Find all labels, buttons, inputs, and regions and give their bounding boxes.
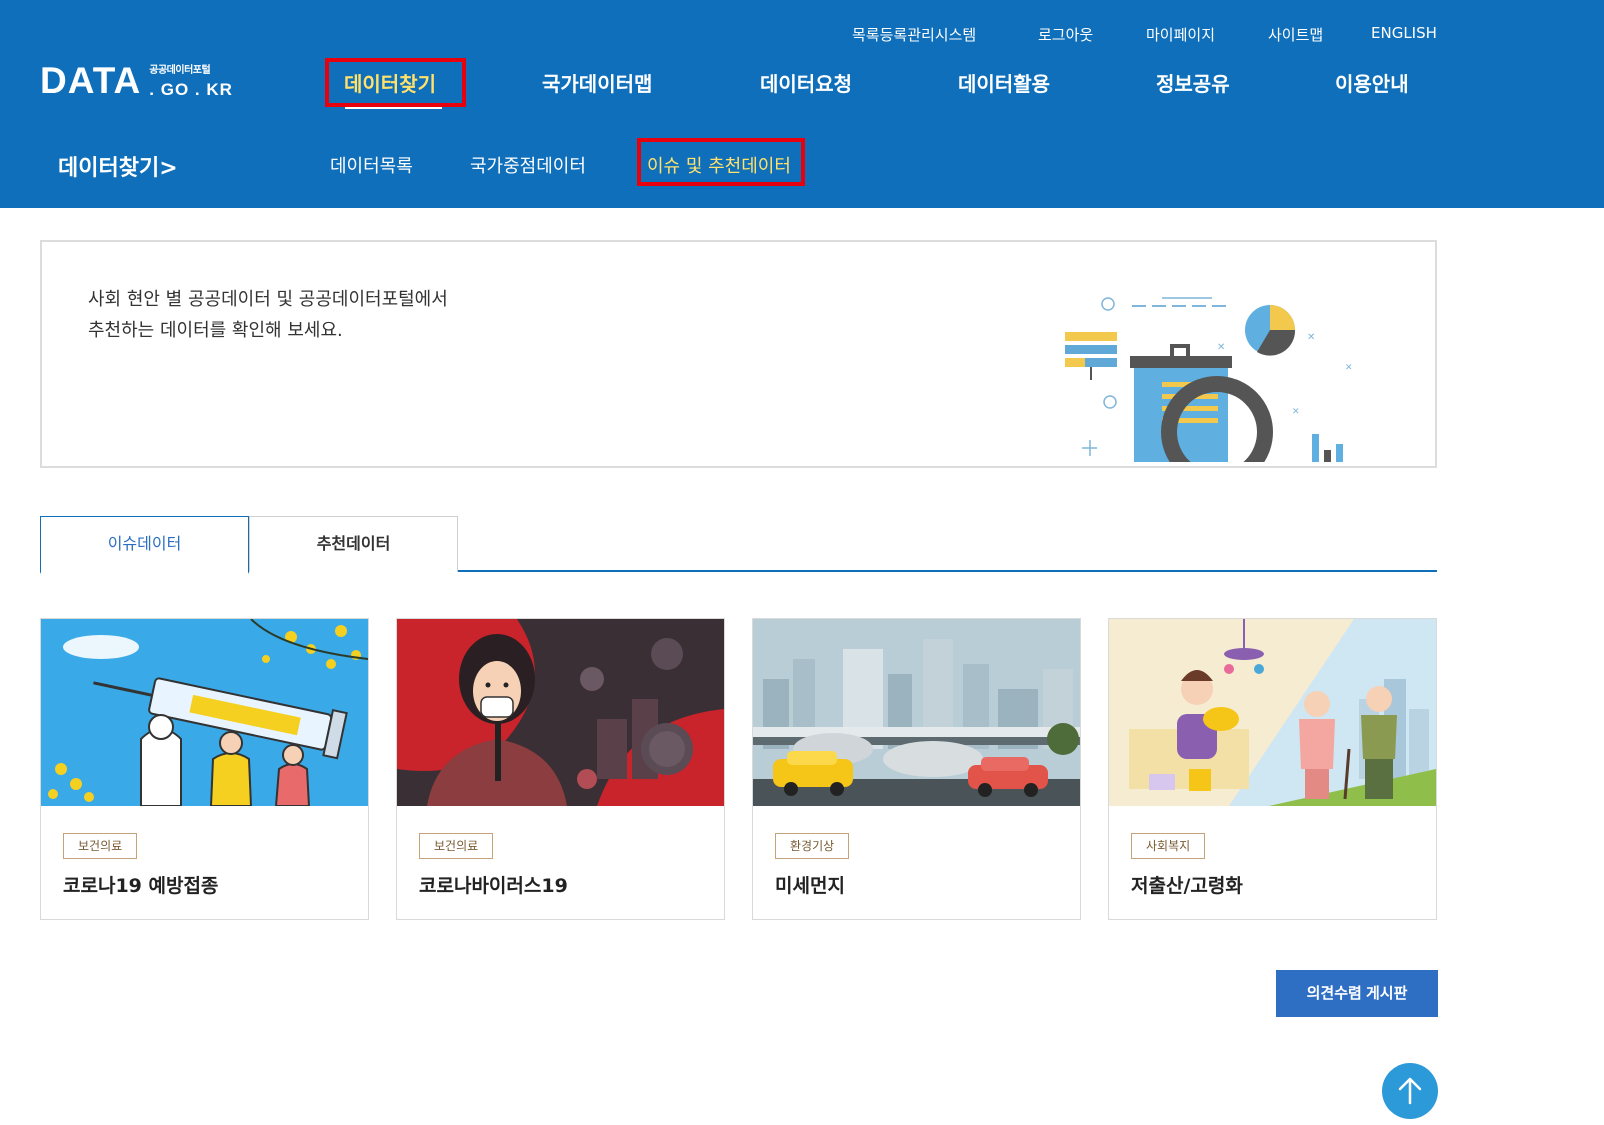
low-birth-aging-illustration [1109,619,1436,806]
tab-issue-data[interactable]: 이슈데이터 [40,516,249,574]
nav-user-guide[interactable]: 이용안내 [1335,68,1409,97]
card-title: 코로나바이러스19 [419,875,568,897]
opinion-board-button[interactable]: 의견수렴 게시판 [1276,970,1438,1017]
svg-text:✕: ✕ [1345,363,1353,373]
issue-card-coronavirus[interactable]: 보건의료 코로나바이러스19 [396,618,725,920]
section-title: 데이터찾기> [58,156,178,181]
data-illustration-icon: ✕ ✕ ✕ ✕ [1022,262,1382,462]
fine-dust-illustration [753,619,1080,806]
main-nav: 데이터찾기 국가데이터맵 데이터요청 데이터활용 정보공유 이용안내 [0,0,1604,120]
category-badge: 환경기상 [775,833,850,859]
subnav-issue-recommended-data[interactable]: 이슈 및 추천데이터 [647,152,791,178]
subnav-national-key-data[interactable]: 국가중점데이터 [470,152,586,178]
nav-national-data-map[interactable]: 국가데이터맵 [542,68,652,97]
card-title: 코로나19 예방접종 [63,875,219,897]
scroll-top-button[interactable] [1382,1063,1438,1119]
svg-text:✕: ✕ [1292,407,1300,417]
nav-data-search[interactable]: 데이터찾기 [344,68,436,97]
active-nav-underline [345,106,442,109]
subnav-data-list[interactable]: 데이터목록 [330,152,413,178]
card-title: 미세먼지 [775,875,845,897]
intro-banner: 사회 현안 별 공공데이터 및 공공데이터포털에서 추천하는 데이터를 확인해 … [40,240,1437,468]
card-title: 저출산/고령화 [1131,875,1243,897]
coronavirus-illustration [397,619,724,806]
svg-text:✕: ✕ [1217,342,1225,353]
intro-text: 사회 현안 별 공공데이터 및 공공데이터포털에서 추천하는 데이터를 확인해 … [88,289,448,341]
data-tabs: 이슈데이터 추천데이터 [40,516,1437,574]
category-badge: 보건의료 [419,833,494,859]
arrow-up-icon [1398,1077,1422,1105]
nav-data-request[interactable]: 데이터요청 [760,68,852,97]
category-badge: 사회복지 [1131,833,1206,859]
issue-card-vaccination[interactable]: 보건의료 코로나19 예방접종 [40,618,369,920]
site-header: DATA 공공데이터포털 . GO . KR 목록등록관리시스템 로그아웃 마이… [0,0,1604,208]
nav-info-sharing[interactable]: 정보공유 [1156,68,1230,97]
nav-data-utilization[interactable]: 데이터활용 [958,68,1050,97]
vaccination-illustration [41,619,368,806]
tab-recommended-data[interactable]: 추천데이터 [249,516,458,572]
issue-card-fine-dust[interactable]: 환경기상 미세먼지 [752,618,1081,920]
issue-card-low-birth-aging[interactable]: 사회복지 저출산/고령화 [1108,618,1437,920]
svg-text:✕: ✕ [1307,332,1315,343]
category-badge: 보건의료 [63,833,138,859]
